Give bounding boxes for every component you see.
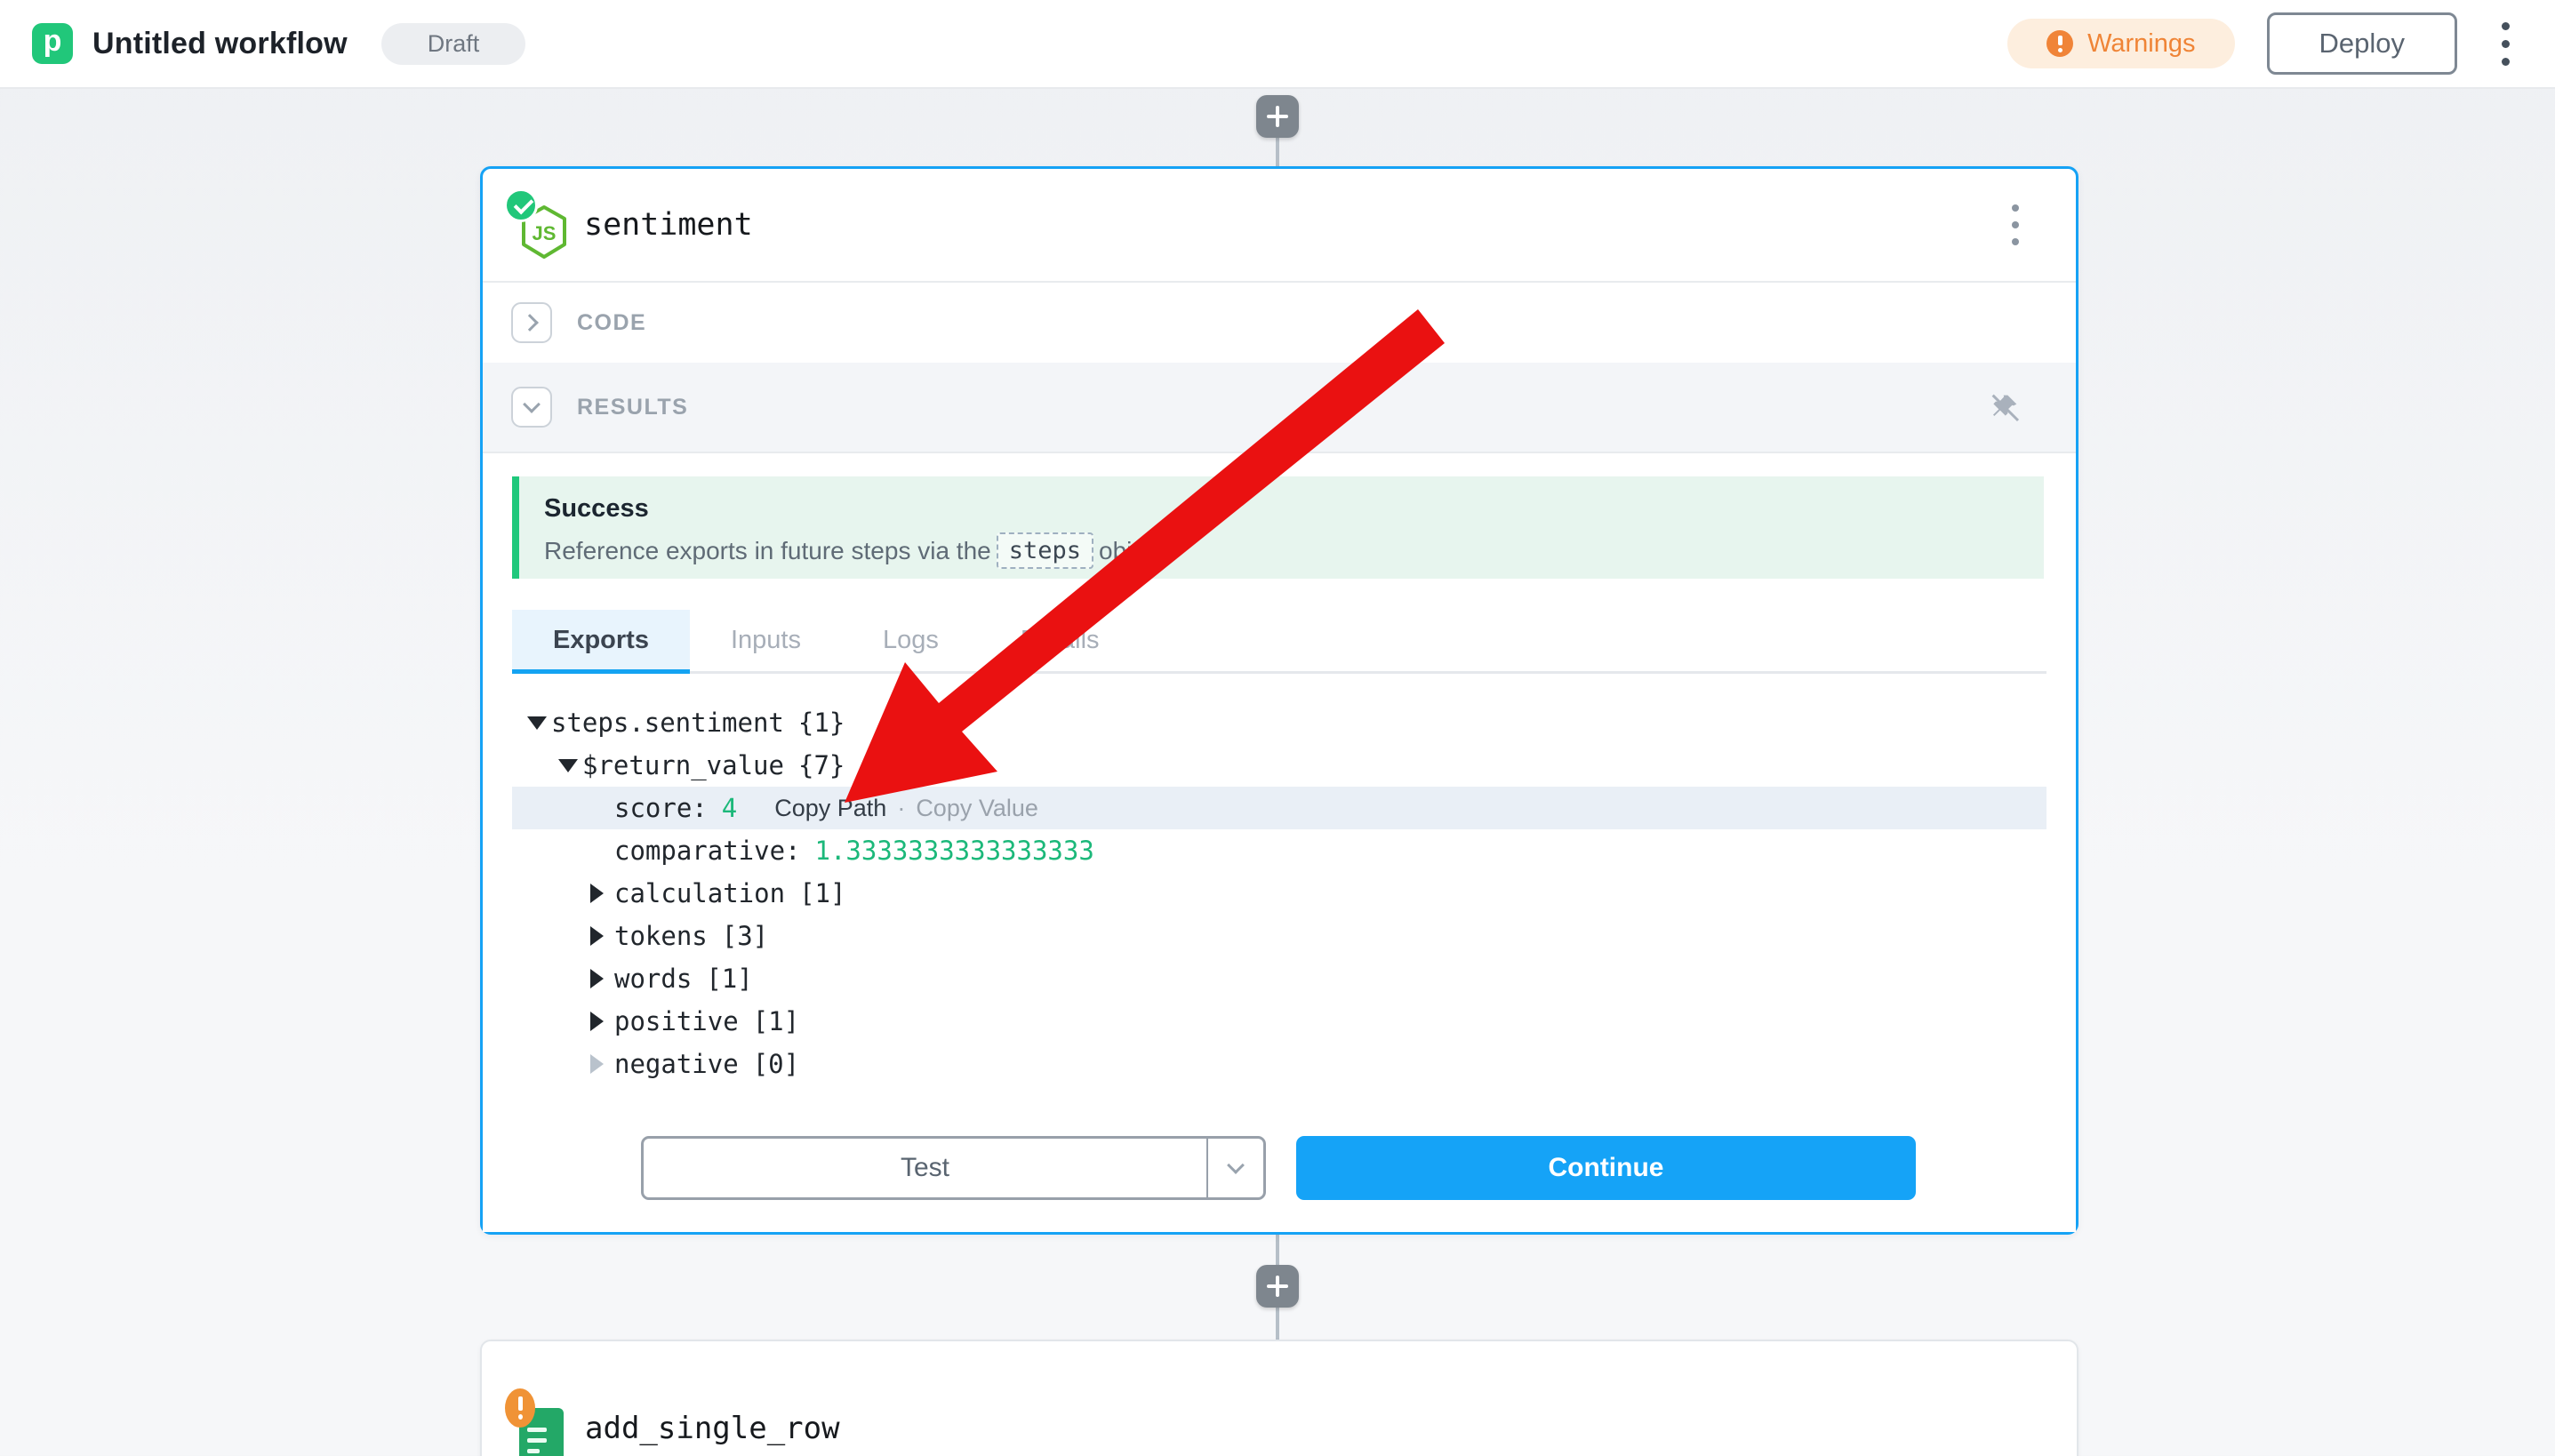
test-options-button[interactable] bbox=[1206, 1139, 1263, 1197]
connector-line bbox=[1276, 1235, 1279, 1267]
top-bar: p Untitled workflow Draft Warnings Deplo… bbox=[0, 0, 2555, 89]
tree-key: negative bbox=[614, 1049, 739, 1079]
warning-icon bbox=[2046, 30, 2073, 57]
js-glyph: JS bbox=[533, 222, 557, 244]
tab-details[interactable]: Details bbox=[980, 610, 1141, 671]
copy-actions-separator: · bbox=[897, 795, 905, 822]
collapse-results-button[interactable] bbox=[511, 387, 552, 428]
tree-key: $return_value bbox=[582, 750, 784, 780]
code-section-header[interactable]: CODE bbox=[483, 283, 2076, 363]
chevron-down-icon bbox=[523, 396, 541, 413]
add-step-above-button[interactable] bbox=[1256, 95, 1299, 138]
tree-count: [1] bbox=[799, 878, 845, 908]
continue-button[interactable]: Continue bbox=[1296, 1136, 1916, 1200]
step-title: add_single_row bbox=[585, 1411, 840, 1446]
google-sheets-icon bbox=[509, 1390, 567, 1456]
triangle-right-icon[interactable] bbox=[590, 1054, 604, 1074]
tree-key: positive bbox=[614, 1006, 739, 1036]
results-panel: Success Reference exports in future step… bbox=[483, 452, 2076, 1232]
tree-key: score: bbox=[614, 793, 708, 823]
tab-inputs[interactable]: Inputs bbox=[690, 610, 842, 671]
triangle-right-icon[interactable] bbox=[590, 1012, 604, 1031]
step-card-sentiment: JS sentiment CODE RESULTS Success Refere… bbox=[480, 166, 2078, 1235]
expand-code-button[interactable] bbox=[511, 302, 552, 343]
step-actions: Test Continue bbox=[641, 1136, 1916, 1200]
warnings-label: Warnings bbox=[2087, 29, 2195, 59]
results-tabs: Exports Inputs Logs Details bbox=[512, 610, 2046, 674]
status-badge: Draft bbox=[381, 23, 526, 65]
success-message: Reference exports in future steps via th… bbox=[544, 532, 2044, 569]
tree-count: [0] bbox=[753, 1049, 799, 1079]
tree-key: steps.sentiment bbox=[551, 708, 784, 738]
tab-logs[interactable]: Logs bbox=[842, 610, 980, 671]
tree-row[interactable]: comparative: 1.3333333333333333 bbox=[512, 829, 2046, 872]
success-title: Success bbox=[544, 494, 2044, 524]
tree-count: {7} bbox=[798, 750, 845, 780]
triangle-down-icon[interactable] bbox=[558, 759, 578, 772]
code-section-label: CODE bbox=[577, 310, 646, 336]
warnings-button[interactable]: Warnings bbox=[2007, 19, 2234, 68]
test-button-label: Test bbox=[644, 1139, 1206, 1197]
pipedream-logo-icon[interactable]: p bbox=[32, 23, 73, 64]
tree-row[interactable]: positive [1] bbox=[512, 1000, 2046, 1043]
tree-row[interactable]: words [1] bbox=[512, 957, 2046, 1000]
unpin-icon[interactable] bbox=[1987, 389, 2022, 425]
success-banner: Success Reference exports in future step… bbox=[512, 476, 2044, 579]
tree-count: [1] bbox=[753, 1006, 799, 1036]
success-message-prefix: Reference exports in future steps via th… bbox=[544, 537, 991, 565]
tree-row-score[interactable]: score: 4 Copy Path · Copy Value bbox=[512, 787, 2046, 829]
triangle-down-icon[interactable] bbox=[527, 716, 547, 730]
connector-line bbox=[1276, 138, 1279, 168]
tree-key: tokens bbox=[614, 921, 708, 951]
tree-row[interactable]: steps.sentiment {1} bbox=[512, 701, 2046, 744]
tree-key: calculation bbox=[614, 878, 785, 908]
nodejs-icon: JS bbox=[509, 190, 568, 260]
triangle-right-icon[interactable] bbox=[590, 884, 604, 903]
chevron-down-icon bbox=[1227, 1156, 1245, 1174]
tree-key: words bbox=[614, 964, 692, 994]
copy-path-button[interactable]: Copy Path bbox=[774, 795, 886, 822]
test-button[interactable]: Test bbox=[641, 1136, 1266, 1200]
tree-row[interactable]: calculation [1] bbox=[512, 872, 2046, 915]
tree-count: {1} bbox=[798, 708, 845, 738]
copy-value-button[interactable]: Copy Value bbox=[916, 795, 1038, 822]
success-check-icon bbox=[504, 188, 538, 222]
warning-badge-icon bbox=[505, 1388, 535, 1428]
deploy-button[interactable]: Deploy bbox=[2267, 12, 2458, 75]
step-title: sentiment bbox=[584, 207, 753, 243]
exports-tree: steps.sentiment {1} $return_value {7} sc… bbox=[512, 701, 2046, 1085]
results-section-header[interactable]: RESULTS bbox=[483, 363, 2076, 452]
results-section-label: RESULTS bbox=[577, 395, 688, 420]
tree-value: 1.3333333333333333 bbox=[815, 836, 1094, 866]
triangle-right-icon[interactable] bbox=[590, 969, 604, 988]
tree-row[interactable]: negative [0] bbox=[512, 1043, 2046, 1085]
tree-key: comparative: bbox=[614, 836, 801, 866]
tab-exports[interactable]: Exports bbox=[512, 610, 690, 671]
add-step-between-button[interactable] bbox=[1256, 1265, 1299, 1308]
triangle-right-icon[interactable] bbox=[590, 926, 604, 946]
tree-count: [1] bbox=[706, 964, 752, 994]
step-header[interactable]: JS sentiment bbox=[483, 169, 2076, 283]
connector-line bbox=[1276, 1308, 1279, 1341]
tree-row[interactable]: $return_value {7} bbox=[512, 744, 2046, 787]
tree-value: 4 bbox=[722, 793, 737, 823]
chevron-right-icon bbox=[521, 314, 539, 332]
step-card-add-single-row[interactable]: add_single_row bbox=[480, 1340, 2078, 1456]
tree-row[interactable]: tokens [3] bbox=[512, 915, 2046, 957]
success-message-suffix: object bbox=[1099, 537, 1165, 565]
workflow-title[interactable]: Untitled workflow bbox=[92, 27, 348, 61]
step-menu-button[interactable] bbox=[1998, 196, 2033, 253]
tree-count: [3] bbox=[722, 921, 768, 951]
steps-object-chip[interactable]: steps bbox=[997, 532, 1093, 569]
workflow-menu-button[interactable] bbox=[2487, 15, 2523, 72]
